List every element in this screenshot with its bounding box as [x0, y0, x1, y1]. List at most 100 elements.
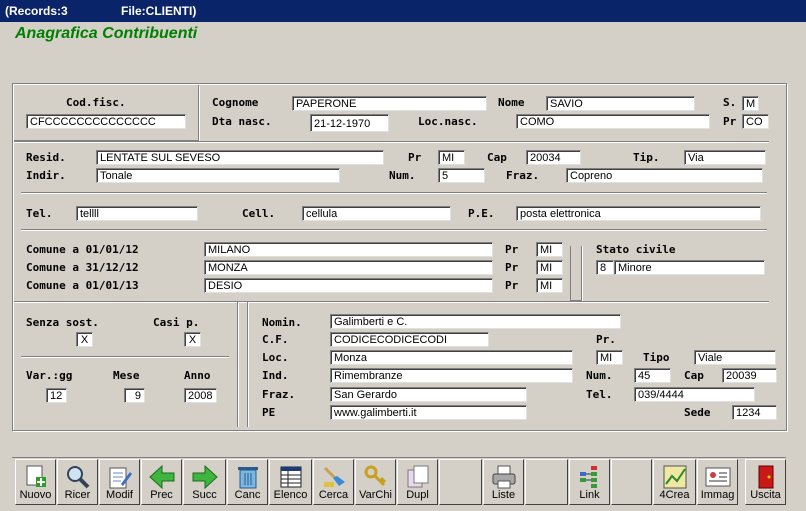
posta-elettronica-label: P.E. [468, 207, 495, 220]
nome-label: Nome [498, 96, 525, 109]
residenza-field[interactable]: LENTATE SUL SEVESO [96, 150, 384, 165]
senza-sostituto-checkbox[interactable]: X [76, 332, 93, 347]
empty-button[interactable] [439, 459, 482, 505]
sostituto-tipo-label: Tipo [643, 351, 670, 364]
comune-field[interactable]: DESIO [204, 278, 493, 293]
arrow-right-icon [191, 464, 219, 490]
codice-fiscale-box [14, 85, 199, 141]
numero-civico-label: Num. [389, 169, 416, 182]
succ-button[interactable]: Succ [183, 459, 226, 505]
provincia-residenza-field[interactable]: MI [438, 150, 465, 165]
sostituto-tipo-field[interactable]: Viale [694, 350, 776, 365]
divider [21, 229, 767, 231]
mese-field[interactable]: 9 [124, 388, 145, 403]
sostituto-provincia-label: Pr. [596, 333, 616, 346]
localita-field[interactable]: Monza [330, 350, 573, 365]
cerca-button[interactable]: Cerca [313, 459, 354, 505]
empty-button[interactable] [611, 459, 652, 505]
sostituto-cf-field[interactable]: CODICECODICECODI [330, 332, 489, 347]
empty-button[interactable] [525, 459, 568, 505]
cognome-field[interactable]: PAPERONE [292, 96, 487, 111]
comune-provincia-field[interactable]: MI [536, 260, 563, 275]
sostituto-indirizzo-label: Ind. [262, 369, 289, 382]
luogo-nascita-label: Loc.nasc. [418, 115, 478, 128]
sede-field[interactable]: 1234 [732, 405, 777, 420]
provincia-residenza-label: Pr [408, 151, 422, 164]
anno-field[interactable]: 2008 [184, 388, 217, 403]
sostituto-cap-field[interactable]: 20039 [722, 368, 777, 383]
modif-button[interactable]: Modif [99, 459, 140, 505]
liste-button[interactable]: Liste [483, 459, 524, 505]
sostituto-frazione-field[interactable]: San Gerardo [330, 387, 527, 402]
indirizzo-field[interactable]: Tonale [96, 168, 340, 183]
sostituto-cf-label: C.F. [262, 333, 289, 346]
cognome-label: Cognome [212, 96, 259, 109]
data-nascita-label: Dta nasc. [212, 115, 272, 128]
tipo-via-field[interactable]: Via [684, 150, 766, 165]
canc-button[interactable]: Canc [227, 459, 268, 505]
stato-civile-field[interactable]: Minore [614, 260, 765, 275]
nominativo-label: Nomin. [262, 316, 302, 329]
immag-button[interactable]: Immag [697, 459, 738, 505]
elenco-button[interactable]: Elenco [269, 459, 312, 505]
telefono-field[interactable]: tellll [76, 206, 198, 221]
numero-civico-field[interactable]: 5 [438, 168, 485, 183]
link-icon [576, 464, 604, 490]
codice-fiscale-field[interactable]: CFCCCCCCCCCCCCCC [26, 114, 186, 129]
printer-icon [490, 464, 518, 490]
nome-field[interactable]: SAVIO [546, 96, 695, 111]
frazione-field[interactable]: Copreno [566, 168, 763, 183]
telefono-label: Tel. [26, 207, 53, 220]
4crea-button[interactable]: 4Crea [653, 459, 696, 505]
codice-fiscale-label: Cod.fisc. [66, 96, 126, 109]
varchi-button[interactable]: VarChi [355, 459, 396, 505]
divider-vertical [237, 302, 239, 427]
indirizzo-label: Indir. [26, 169, 66, 182]
residenza-label: Resid. [26, 151, 66, 164]
comune-field[interactable]: MILANO [204, 242, 493, 257]
file-name: File:CLIENTI) [121, 4, 197, 18]
ricer-button[interactable]: Ricer [57, 459, 98, 505]
comune-field[interactable]: MONZA [204, 260, 493, 275]
posta-elettronica-field[interactable]: posta elettronica [516, 206, 761, 221]
cap-label: Cap [487, 151, 507, 164]
provincia-nascita-label: Pr [723, 115, 737, 128]
cellulare-label: Cell. [242, 207, 276, 220]
duplicate-icon [404, 464, 432, 490]
tipo-via-label: Tip. [633, 151, 660, 164]
comune-label: Comune a 01/01/12 [26, 243, 139, 256]
sesso-field[interactable]: M [742, 96, 759, 111]
divider [14, 141, 769, 143]
localita-provincia-field[interactable]: MI [596, 350, 623, 365]
sostituto-telefono-field[interactable]: 039/4444 [634, 387, 755, 402]
stato-civile-scroll[interactable] [570, 246, 582, 301]
cellulare-field[interactable]: cellula [302, 206, 451, 221]
uscita-button[interactable]: Uscita [745, 459, 786, 505]
sostituto-pe-field[interactable]: www.galimberti.it [330, 405, 527, 420]
casi-particolari-label: Casi p. [153, 316, 200, 329]
cap-field[interactable]: 20034 [526, 150, 581, 165]
data-nascita-field[interactable]: 21-12-1970 [310, 114, 389, 132]
comune-provincia-label: Pr [505, 243, 519, 256]
records-count: (Records:3 [5, 4, 68, 18]
table-icon [277, 464, 305, 490]
casi-particolari-checkbox[interactable]: X [184, 332, 201, 347]
stato-civile-code-field[interactable]: 8 [596, 260, 614, 275]
prec-button[interactable]: Prec [141, 459, 182, 505]
provincia-nascita-field[interactable]: CO [742, 114, 769, 129]
link-button[interactable]: Link [569, 459, 610, 505]
senza-sostituto-label: Senza sost. [26, 316, 99, 329]
nuovo-button[interactable]: Nuovo [15, 459, 56, 505]
comune-provincia-field[interactable]: MI [536, 278, 563, 293]
chart-icon [661, 464, 689, 490]
variazione-giorno-field[interactable]: 12 [46, 388, 67, 403]
comune-provincia-field[interactable]: MI [536, 242, 563, 257]
frazione-label: Fraz. [506, 169, 540, 182]
sostituto-numero-field[interactable]: 45 [634, 368, 671, 383]
dupl-button[interactable]: Dupl [397, 459, 438, 505]
sostituto-indirizzo-field[interactable]: Rimembranze [330, 368, 573, 383]
luogo-nascita-field[interactable]: COMO [516, 114, 710, 129]
divider [14, 301, 769, 303]
comune-label: Comune a 31/12/12 [26, 261, 139, 274]
nominativo-field[interactable]: Galimberti e C. [330, 314, 621, 329]
